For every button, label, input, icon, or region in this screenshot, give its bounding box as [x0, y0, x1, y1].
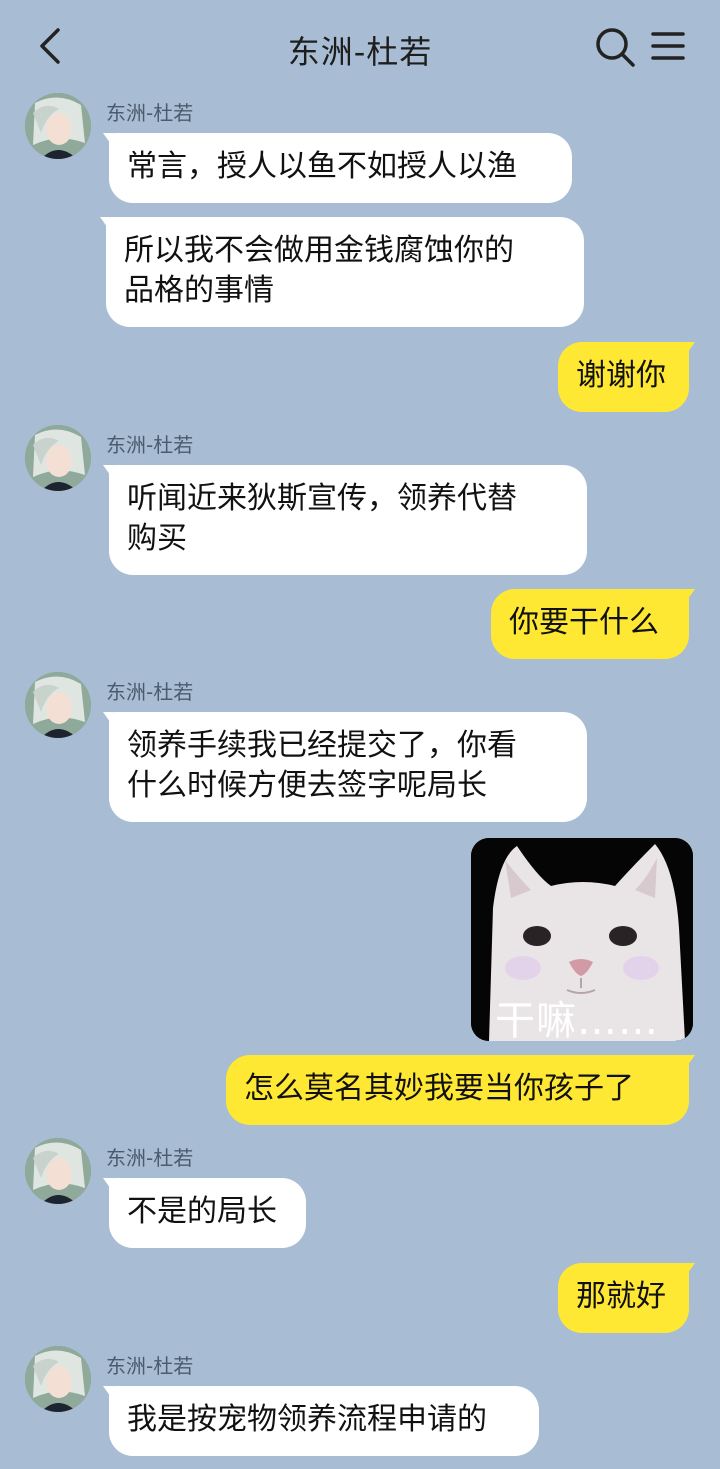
message-bubble-incoming[interactable]: 听闻近来狄斯宣传，领养代替 购买: [103, 465, 587, 575]
chat-header: 东洲-杜若: [0, 0, 720, 92]
message-bubble-incoming[interactable]: 常言，授人以鱼不如授人以渔: [103, 133, 572, 203]
sender-name: 东洲-杜若: [106, 680, 194, 704]
contact-avatar[interactable]: [25, 93, 91, 159]
contact-avatar[interactable]: [25, 425, 91, 491]
menu-icon[interactable]: [650, 28, 686, 64]
contact-avatar[interactable]: [25, 1346, 91, 1412]
message-bubble-incoming[interactable]: 所以我不会做用金钱腐蚀你的 品格的事情: [100, 217, 584, 327]
message-bubble-outgoing[interactable]: 你要干什么: [491, 589, 695, 659]
contact-avatar[interactable]: [25, 672, 91, 738]
cat-sticker-image[interactable]: 干嘛……: [471, 838, 693, 1041]
sticker-caption: 干嘛……: [495, 998, 659, 1041]
search-icon[interactable]: [594, 26, 636, 68]
contact-avatar[interactable]: [25, 1138, 91, 1204]
message-bubble-incoming[interactable]: 我是按宠物领养流程申请的: [103, 1386, 539, 1456]
message-bubble-incoming[interactable]: 领养手续我已经提交了，你看 什么时候方便去签字呢局长: [103, 712, 587, 822]
message-bubble-outgoing[interactable]: 怎么莫名其妙我要当你孩子了: [226, 1055, 695, 1125]
message-bubble-outgoing[interactable]: 谢谢你: [558, 342, 695, 412]
sender-name: 东洲-杜若: [106, 433, 194, 457]
sender-name: 东洲-杜若: [106, 1146, 194, 1170]
sender-name: 东洲-杜若: [106, 1354, 194, 1378]
sender-name: 东洲-杜若: [106, 101, 194, 125]
message-bubble-incoming[interactable]: 不是的局长: [103, 1178, 306, 1248]
message-bubble-outgoing[interactable]: 那就好: [558, 1263, 695, 1333]
